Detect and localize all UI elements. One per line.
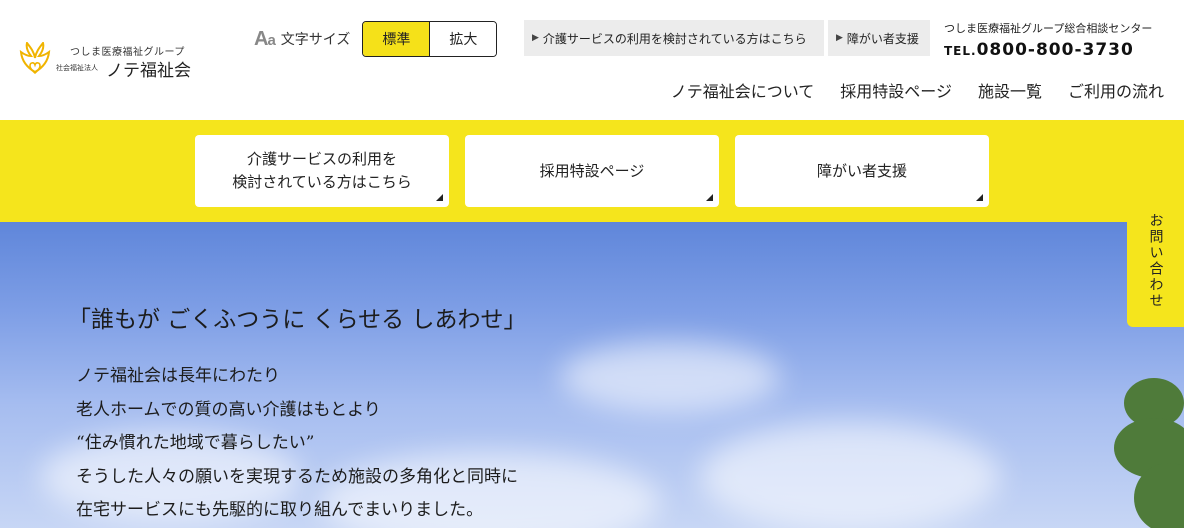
- hero-section: 「誰もが ごくふつうに くらせる しあわせ」 ノテ福祉会は長年にわたり 老人ホー…: [0, 222, 1184, 528]
- hero-body-line: そうした人々の願いを実現するため施設の多角化と同時に: [76, 466, 518, 487]
- corner-arrow-icon: [706, 194, 713, 201]
- hero-body: ノテ福祉会は長年にわたり 老人ホームでの質の高い介護はもとより “住み慣れた地域…: [76, 360, 518, 528]
- nav-item-facilities[interactable]: 施設一覧: [978, 78, 1042, 102]
- tel-prefix: TEL.: [944, 44, 977, 58]
- contact-info: つしま医療福祉グループ総合相談センター TEL.0800-800-3730: [944, 20, 1174, 60]
- feature-band: 介護サービスの利用を 検討されている方はこちら 採用特設ページ 障がい者支援: [0, 120, 1184, 222]
- quick-link-label: 介護サービスの利用を検討されている方はこちら: [542, 31, 807, 46]
- triangle-right-icon: ▶: [836, 33, 843, 43]
- font-size-buttons: 標準 拡大: [362, 21, 498, 57]
- card-label: 採用特設ページ: [539, 161, 645, 180]
- hero-title: 「誰もが ごくふつうに くらせる しあわせ」: [68, 307, 527, 333]
- hero-body-line: 在宅サービスにも先駆的に取り組んでまいりました。: [76, 500, 484, 520]
- cloud-decoration: [560, 342, 780, 412]
- card-label: 介護サービスの利用を 検討されている方はこちら: [232, 148, 412, 194]
- tree-decoration: [1114, 368, 1184, 528]
- logo-org-name: ノテ福祉会: [106, 61, 191, 81]
- site-header: つしま医療福祉グループ 社会福祉法人 ノテ福祉会 Aa 文字サイズ 標準 拡大 …: [0, 0, 1184, 120]
- quick-link-care-service[interactable]: ▶ 介護サービスの利用を検討されている方はこちら: [524, 20, 824, 56]
- cloud-decoration: [700, 422, 1000, 528]
- corner-arrow-icon: [436, 194, 443, 201]
- font-size-standard-button[interactable]: 標準: [363, 22, 430, 56]
- main-nav: ノテ福祉会について 採用特設ページ 施設一覧 ご利用の流れ: [671, 78, 1164, 102]
- hero-body-line: “住み慣れた地域で暮らしたい”: [76, 433, 315, 453]
- nav-item-usage-flow[interactable]: ご利用の流れ: [1068, 78, 1164, 102]
- card-care-service[interactable]: 介護サービスの利用を 検討されている方はこちら: [195, 135, 449, 207]
- logo-corp-type: 社会福祉法人: [56, 64, 98, 72]
- font-size-switcher: Aa 文字サイズ 標準 拡大: [254, 21, 498, 57]
- card-label-line2: 検討されている方はこちら: [232, 173, 412, 191]
- phone-number[interactable]: TEL.0800-800-3730: [944, 40, 1174, 60]
- quick-link-label: 障がい者支援: [846, 31, 919, 46]
- card-recruit[interactable]: 採用特設ページ: [465, 135, 719, 207]
- nav-item-about[interactable]: ノテ福祉会について: [671, 78, 815, 102]
- hero-body-line: 老人ホームでの質の高い介護はもとより: [76, 399, 381, 420]
- tel-number: 0800-800-3730: [976, 40, 1134, 60]
- logo[interactable]: つしま医療福祉グループ 社会福祉法人 ノテ福祉会: [18, 40, 198, 84]
- triangle-right-icon: ▶: [532, 33, 539, 43]
- corner-arrow-icon: [976, 194, 983, 201]
- font-size-icon: Aa: [254, 27, 276, 50]
- font-size-large-button[interactable]: 拡大: [429, 22, 497, 56]
- card-disability-support[interactable]: 障がい者支援: [735, 135, 989, 207]
- card-label: 障がい者支援: [816, 161, 907, 180]
- wing-logo-icon: [19, 42, 51, 75]
- card-label-line1: 介護サービスの利用を: [246, 150, 397, 168]
- hero-body-line: ノテ福祉会は長年にわたり: [76, 366, 280, 386]
- inquiry-tab[interactable]: お問い合わせ: [1127, 212, 1184, 327]
- nav-item-recruit[interactable]: 採用特設ページ: [840, 78, 952, 102]
- inquiry-tab-label: お問い合わせ: [1147, 213, 1164, 309]
- quick-link-disability-support[interactable]: ▶ 障がい者支援: [828, 20, 930, 56]
- contact-center-name: つしま医療福祉グループ総合相談センター: [944, 22, 1153, 35]
- font-size-label: 文字サイズ: [280, 32, 351, 48]
